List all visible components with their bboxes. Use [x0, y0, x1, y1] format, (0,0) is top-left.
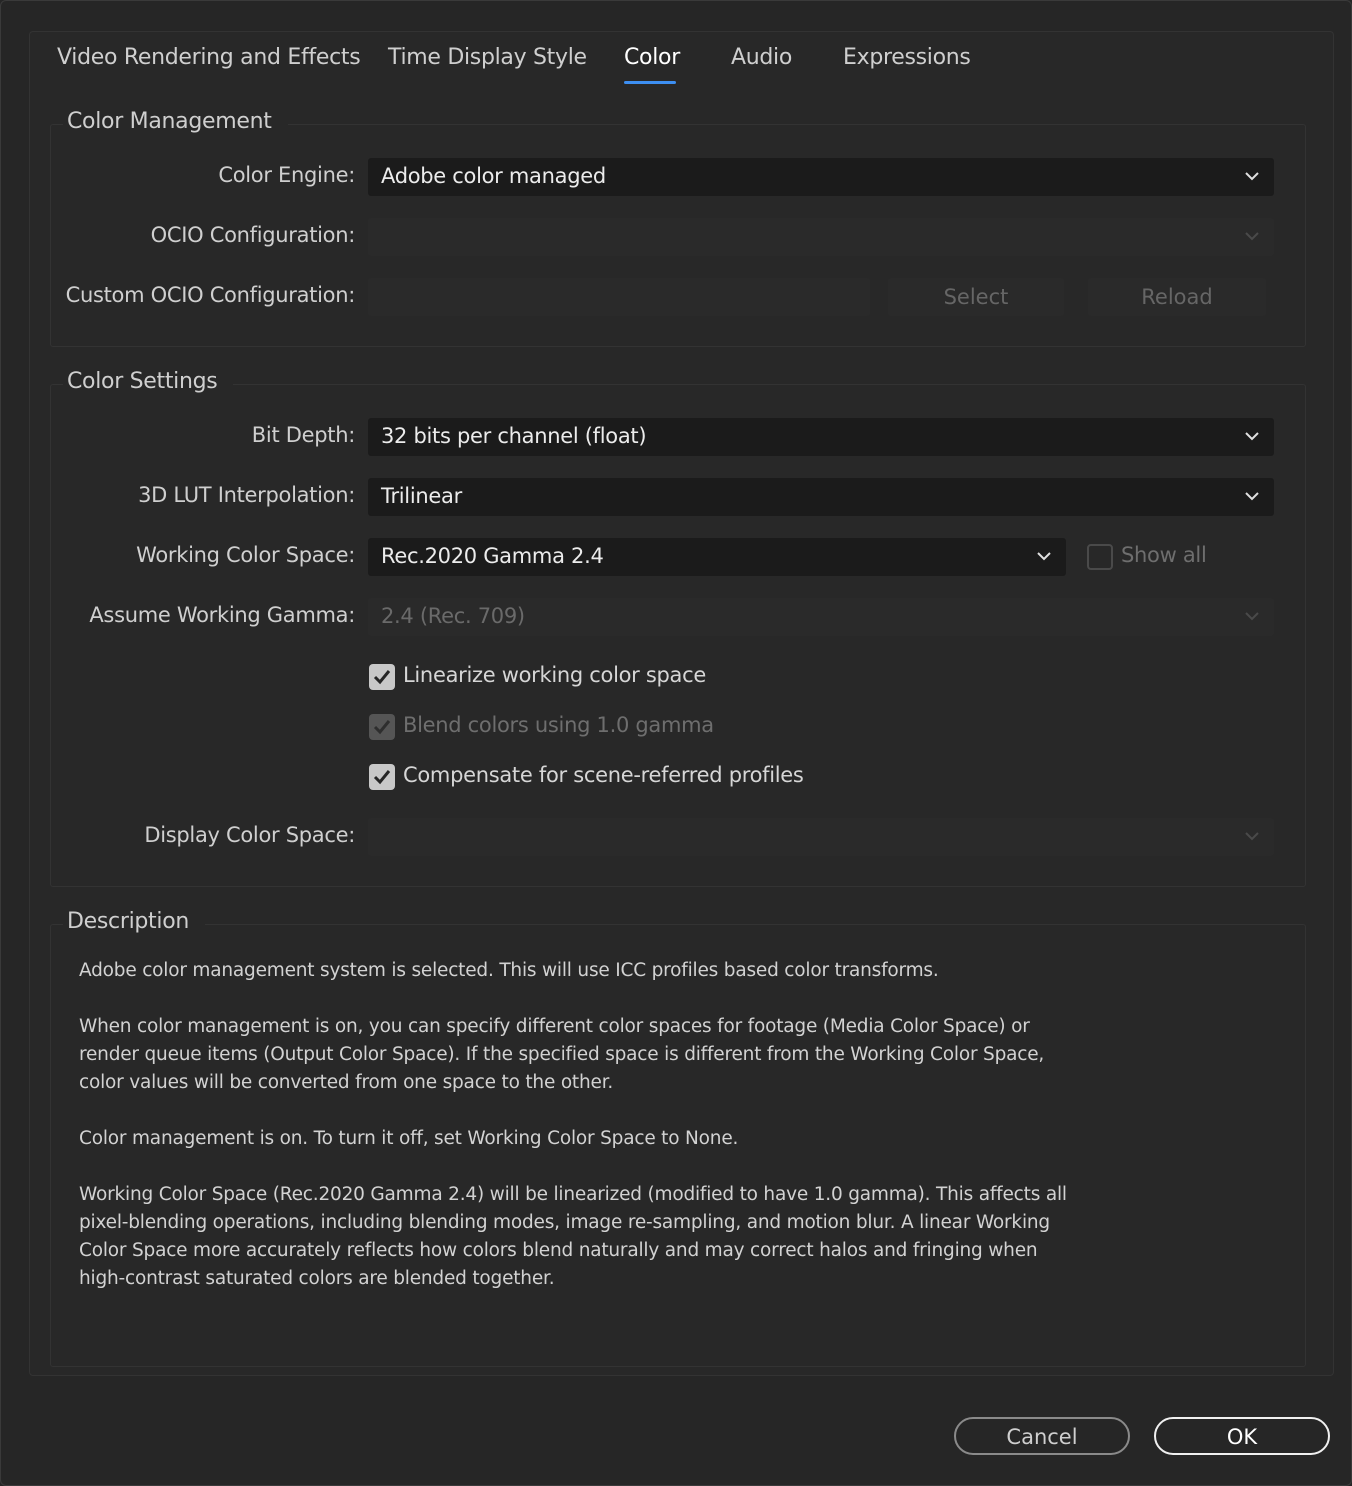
description-paragraph: When color management is on, you can spe…: [79, 1016, 1045, 1093]
tab-video-rendering[interactable]: Video Rendering and Effects: [57, 45, 361, 70]
blend-gamma-checkbox: Blend colors using 1.0 gamma: [369, 713, 789, 743]
show-all-label: Show all: [1121, 543, 1207, 567]
description-paragraph: Working Color Space (Rec.2020 Gamma 2.4)…: [79, 1184, 1067, 1289]
description-paragraph: Adobe color management system is selecte…: [79, 960, 939, 981]
tab-audio[interactable]: Audio: [731, 45, 792, 70]
linearize-checkbox[interactable]: Linearize working color space: [369, 663, 789, 693]
compensate-checkbox[interactable]: Compensate for scene-referred profiles: [369, 763, 849, 793]
select-button: Select: [888, 278, 1064, 316]
chevron-down-icon: [1245, 612, 1259, 621]
assume-working-gamma-value: 2.4 (Rec. 709): [381, 604, 525, 628]
description-title: Description: [63, 909, 205, 934]
chevron-down-icon: [1245, 492, 1259, 501]
ok-button[interactable]: OK: [1154, 1417, 1330, 1455]
display-color-space-dropdown: [368, 818, 1274, 856]
checkbox-box: [1087, 544, 1113, 570]
tab-time-display-style[interactable]: Time Display Style: [388, 45, 587, 70]
chevron-down-icon: [1245, 432, 1259, 441]
color-settings-title: Color Settings: [63, 369, 234, 394]
ocio-config-dropdown: [368, 218, 1274, 256]
show-all-checkbox[interactable]: Show all: [1087, 543, 1227, 573]
checkbox-box: [369, 764, 395, 790]
checkbox-box: [369, 664, 395, 690]
tab-color[interactable]: Color: [624, 45, 680, 70]
cancel-button[interactable]: Cancel: [954, 1417, 1130, 1455]
color-engine-dropdown[interactable]: Adobe color managed: [368, 158, 1274, 196]
checkmark-icon: [373, 670, 391, 685]
active-tab-indicator: [624, 81, 676, 84]
chevron-down-icon: [1245, 232, 1259, 241]
description-paragraph: Color management is on. To turn it off, …: [79, 1128, 739, 1149]
chevron-down-icon: [1245, 832, 1259, 841]
bit-depth-dropdown[interactable]: 32 bits per channel (float): [368, 418, 1274, 456]
description-text: Adobe color management system is selecte…: [79, 957, 1089, 1293]
working-color-space-value: Rec.2020 Gamma 2.4: [381, 544, 604, 568]
tab-expressions[interactable]: Expressions: [843, 45, 971, 70]
color-engine-label: Color Engine:: [218, 163, 355, 187]
assume-working-gamma-dropdown: 2.4 (Rec. 709): [368, 598, 1274, 636]
lut-interpolation-label: 3D LUT Interpolation:: [138, 483, 355, 507]
color-management-title: Color Management: [63, 109, 288, 134]
reload-button: Reload: [1088, 278, 1266, 316]
color-engine-value: Adobe color managed: [381, 164, 606, 188]
custom-ocio-label: Custom OCIO Configuration:: [65, 283, 356, 307]
ocio-config-label: OCIO Configuration:: [150, 223, 356, 247]
blend-gamma-label: Blend colors using 1.0 gamma: [403, 713, 714, 737]
checkbox-box: [369, 714, 395, 740]
compensate-label: Compensate for scene-referred profiles: [403, 763, 804, 787]
linearize-label: Linearize working color space: [403, 663, 706, 687]
checkmark-icon: [373, 770, 391, 785]
chevron-down-icon: [1037, 552, 1051, 561]
lut-interpolation-dropdown[interactable]: Trilinear: [368, 478, 1274, 516]
preferences-dialog: Video Rendering and Effects Time Display…: [0, 0, 1352, 1486]
bit-depth-value: 32 bits per channel (float): [381, 424, 647, 448]
assume-working-gamma-label: Assume Working Gamma:: [89, 603, 355, 627]
working-color-space-label: Working Color Space:: [136, 543, 355, 567]
chevron-down-icon: [1245, 172, 1259, 181]
display-color-space-label: Display Color Space:: [144, 823, 355, 847]
working-color-space-dropdown[interactable]: Rec.2020 Gamma 2.4: [368, 538, 1066, 576]
custom-ocio-path-field: [368, 278, 870, 316]
bit-depth-label: Bit Depth:: [251, 423, 356, 447]
checkmark-icon: [373, 720, 391, 735]
lut-interpolation-value: Trilinear: [381, 484, 462, 508]
